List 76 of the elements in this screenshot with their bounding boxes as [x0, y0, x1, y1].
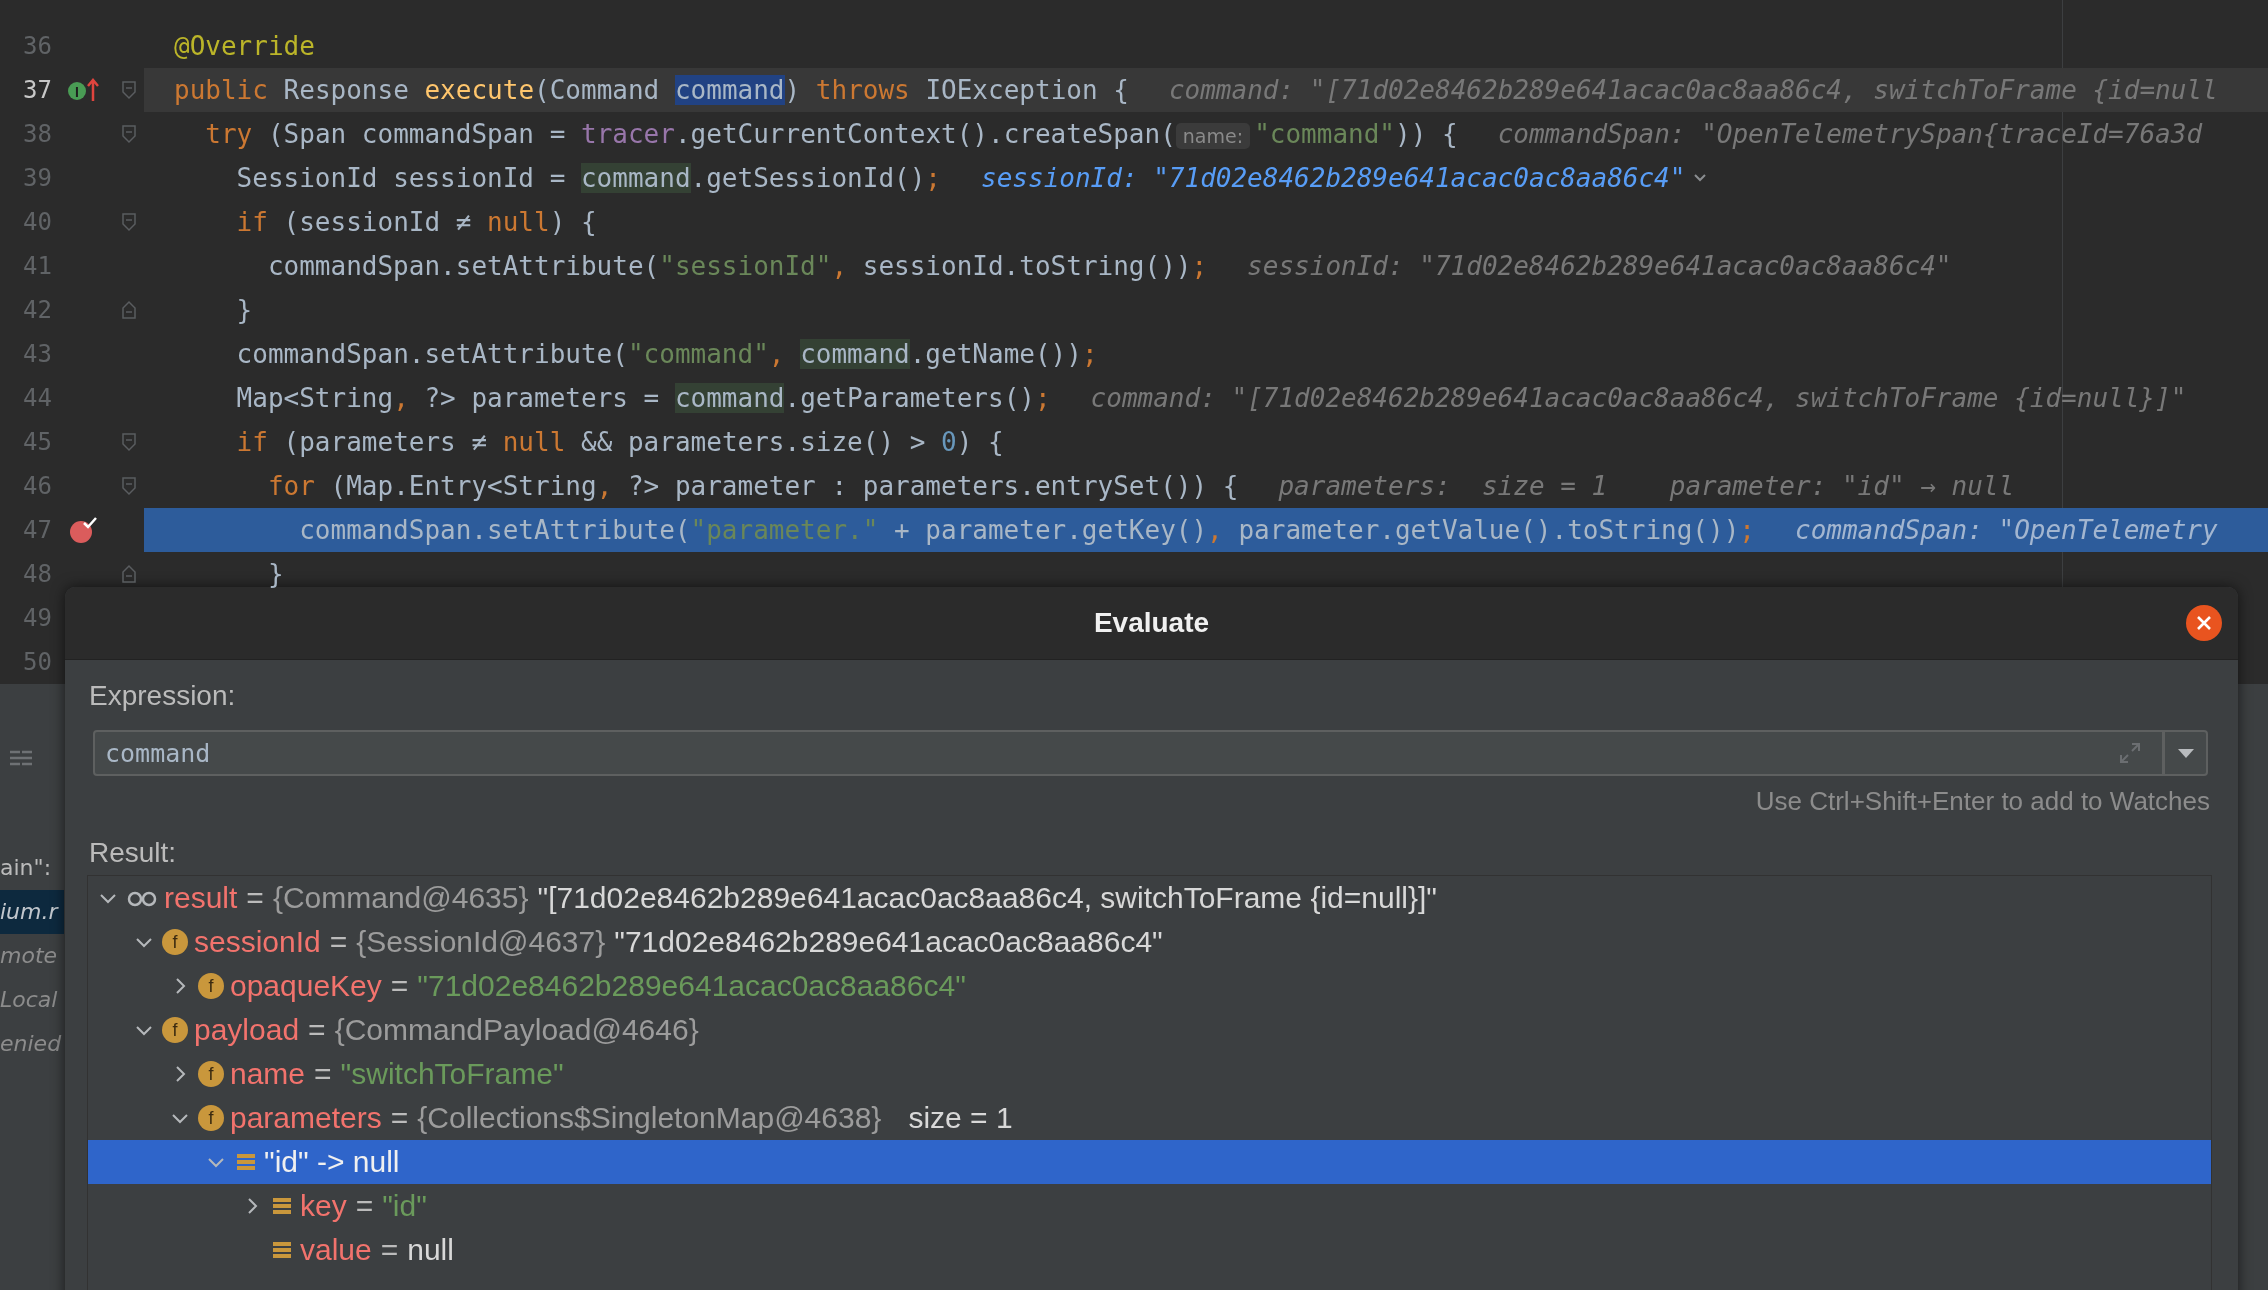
map-entry-icon [234, 1151, 258, 1173]
line-number: 40 [22, 208, 52, 236]
field-icon: f [162, 1017, 188, 1043]
code-text: try (Span commandSpan = tracer.getCurrentContext().createSpan( name: "command")) { [205, 119, 1458, 149]
inline-value-hint: commandSpan: "OpenTelemetry [1795, 515, 2218, 545]
watches-hint: Use Ctrl+Shift+Enter to add to Watches [1755, 786, 2210, 817]
code-text: commandSpan.setAttribute("parameter." + parameter.getKey(), parameter.getValue().toString()); [299, 515, 1755, 545]
expression-field[interactable]: command [93, 730, 2164, 776]
code-text: SessionId sessionId = command.getSessionId(); [236, 163, 941, 193]
field-icon: f [198, 1061, 224, 1087]
tree-node-text: value = null [300, 1233, 454, 1267]
tree-node-text: opaqueKey = "71d02e8462b289e641acac0ac8aa86c4" [230, 969, 966, 1003]
history-dropdown-button[interactable] [2164, 730, 2208, 776]
code-text: } [236, 295, 253, 325]
code-text: commandSpan.setAttribute("sessionId", sessionId.toString()); [267, 251, 1208, 281]
chevron-down-icon[interactable] [1693, 173, 1708, 183]
fold-marker-icon[interactable] [121, 432, 137, 452]
line-number: 45 [22, 428, 52, 456]
tree-node-text: payload = {CommandPayload@4646} [194, 1013, 700, 1047]
fold-marker-icon[interactable] [121, 300, 137, 320]
inline-value-hint: sessionId: "71d02e8462b289e641acac0ac8aa86c4" [1247, 251, 1952, 281]
result-label: Result: [89, 836, 178, 870]
variable-fragment: mote [0, 942, 59, 970]
code-text: if (parameters ≠ null && parameters.size() > 0) { [236, 427, 1004, 457]
line-number: 50 [22, 648, 52, 676]
expression-label: Expression: [89, 679, 237, 713]
breakpoint-icon[interactable] [68, 515, 98, 545]
code-text: if (sessionId ≠ null) { [236, 207, 597, 237]
fold-marker-icon[interactable] [121, 476, 137, 496]
line-number: 39 [22, 164, 52, 192]
fold-marker-icon[interactable] [121, 80, 137, 100]
inline-value-hint: command: "[71d02e8462b289e641acac0ac8aa86c4, switchToFrame {id=null [1168, 75, 2218, 105]
line-number: 43 [22, 340, 52, 368]
variable-fragment: Local [0, 986, 59, 1014]
inline-value-hint: sessionId: "71d02e8462b289e641acac0ac8aa86c4" [981, 163, 1686, 193]
line-number: 36 [22, 32, 52, 60]
fold-marker-icon[interactable] [121, 564, 137, 584]
fold-marker-icon[interactable] [121, 124, 137, 144]
variable-fragment: ain": [0, 854, 53, 882]
tree-row-highlight[interactable]: "id" -> null [88, 1140, 2211, 1184]
inline-value-hint: command: "[71d02e8462b289e641acac0ac8aa86c4, switchToFrame {id=null}]" [1090, 383, 2187, 413]
line-number: 46 [22, 472, 52, 500]
code-text: Map<String, ?> parameters = command.getParameters(); [236, 383, 1051, 413]
tree-node-text: key = "id" [300, 1189, 427, 1223]
tree-node-text: sessionId = {SessionId@4637} "71d02e8462b289e641acac0ac8aa86c4" [194, 925, 1163, 959]
line-number: 48 [22, 560, 52, 588]
code-text: public Response execute(Command command) throws IOException { [174, 75, 1129, 105]
caret-down-icon[interactable] [2176, 747, 2195, 759]
close-icon[interactable] [2195, 614, 2213, 632]
close-button[interactable] [2186, 605, 2222, 641]
line-number: 38 [22, 120, 52, 148]
code-text: @Override [174, 31, 315, 61]
tree-node-text: result = {Command@4635} "[71d02e8462b289e641acac0ac8aa86c4, switchToFrame {id=null}]" [164, 881, 1437, 915]
field-icon: f [198, 1105, 224, 1131]
field-icon: f [162, 929, 188, 955]
tree-node-text: "id" -> null [264, 1145, 400, 1179]
line-number: 42 [22, 296, 52, 324]
code-text: } [267, 559, 284, 589]
variable-fragment: enied [0, 1030, 63, 1058]
line-number: 37 [22, 76, 52, 104]
line-number: 47 [22, 516, 52, 544]
line-number: 41 [22, 252, 52, 280]
map-entry-icon [270, 1195, 294, 1217]
line-number: 44 [22, 384, 52, 412]
tree-node-text: parameters = {Collections$SingletonMap@4638} size = 1 [230, 1101, 1013, 1135]
code-text: for (Map.Entry<String, ?> parameter : parameters.entrySet()) { [267, 471, 1239, 501]
variable-fragment: ium.r [0, 890, 64, 934]
field-icon: f [198, 973, 224, 999]
code-text: commandSpan.setAttribute("command", command.getName()); [236, 339, 1098, 369]
map-entry-icon [270, 1239, 294, 1261]
line-number: 49 [22, 604, 52, 632]
inline-value-hint: parameters: size = 1 parameter: "id" → null [1278, 471, 2015, 501]
tree-node-text: name = "switchToFrame" [230, 1057, 564, 1091]
dialog-title: Evaluate [1093, 607, 1210, 639]
inline-value-hint: commandSpan: "OpenTelemetrySpan{traceId=76a3d [1497, 119, 2203, 149]
fold-marker-icon[interactable] [121, 212, 137, 232]
